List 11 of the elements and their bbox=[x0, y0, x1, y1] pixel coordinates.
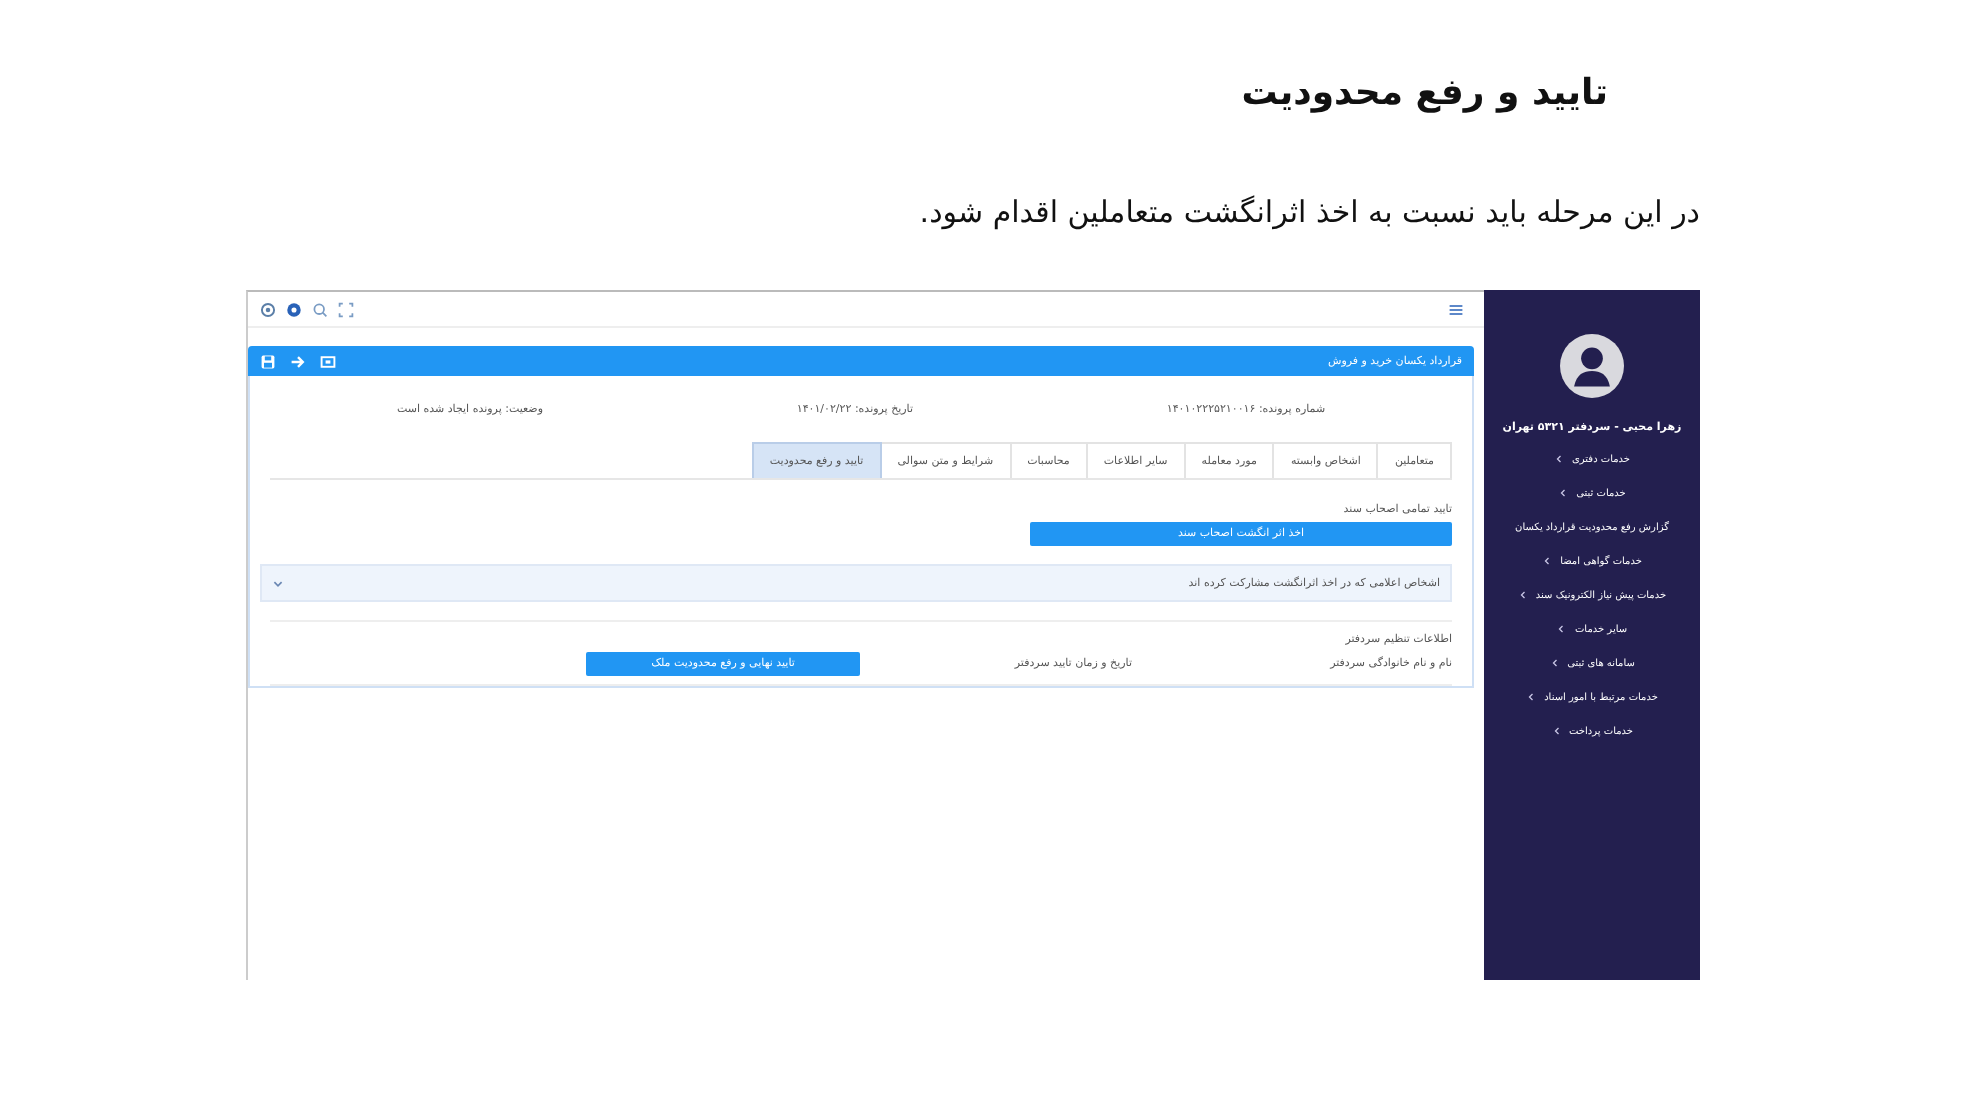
arrow-right-icon[interactable] bbox=[290, 353, 306, 369]
search-icon[interactable] bbox=[312, 301, 328, 317]
document-paragraph: در این مرحله باید نسبت به اخذ اثرانگشت متعاملین اقدام شود. bbox=[917, 192, 1702, 230]
screen-icon[interactable] bbox=[320, 353, 336, 369]
settings-icon[interactable] bbox=[260, 301, 276, 317]
chevron-down-icon[interactable] bbox=[272, 577, 284, 589]
save-icon[interactable] bbox=[260, 353, 276, 369]
avatar-icon bbox=[1560, 334, 1624, 398]
document-heading: تایید و رفع محدودیت bbox=[1239, 70, 1610, 118]
menu-icon[interactable] bbox=[1448, 301, 1464, 317]
fullscreen-icon[interactable] bbox=[338, 301, 354, 317]
